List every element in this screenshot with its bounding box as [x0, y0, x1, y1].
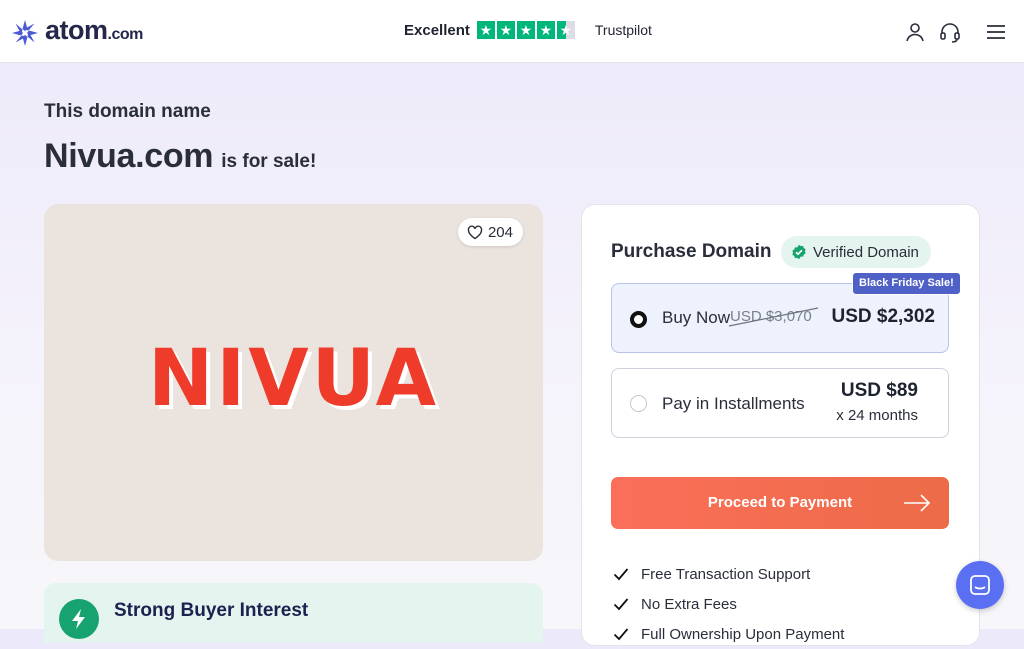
original-price: USD $3,070 — [728, 307, 819, 327]
star-icon: ★ — [476, 21, 495, 39]
star-icon: ★ — [536, 21, 555, 39]
sale-badge: Black Friday Sale! — [852, 272, 961, 295]
lightning-icon — [59, 599, 99, 639]
proceed-label: Proceed to Payment — [707, 494, 853, 511]
support-button[interactable] — [938, 20, 962, 44]
verified-badge: Verified Domain — [781, 236, 931, 268]
feature-list: Free Transaction Support No Extra Fees F… — [613, 559, 844, 649]
account-button[interactable] — [903, 20, 927, 44]
installments-option[interactable]: Pay in Installments USD $89 x 24 months — [611, 368, 949, 438]
check-icon — [613, 568, 629, 581]
logo-wordmark: atom.com — [45, 15, 143, 45]
installments-price: USD $89 — [840, 380, 918, 401]
heart-icon — [467, 224, 483, 239]
arrow-right-icon — [904, 494, 931, 512]
buy-now-price: USD $2,302 — [831, 306, 935, 327]
page-subhead: This domain name — [44, 101, 211, 122]
feature-item: No Extra Fees — [613, 589, 844, 619]
trustpilot-brand: Trustpilot — [594, 22, 652, 38]
hamburger-icon — [987, 25, 1005, 39]
trustpilot-label: Excellent — [404, 21, 470, 39]
chat-icon — [970, 575, 990, 595]
purchase-title: Purchase Domain — [611, 241, 772, 262]
check-icon — [613, 598, 629, 611]
star-icon: ★ — [516, 21, 535, 39]
domain-name: Nivua.com — [44, 137, 214, 175]
star-icon: ★ — [496, 21, 515, 39]
feature-item: Free Transaction Support — [613, 559, 844, 589]
trustpilot-rating[interactable]: Excellent ★ ★ ★ ★ ★ Trustpilot — [404, 19, 652, 41]
brand-logo: NIVUA — [148, 334, 439, 424]
verified-label: Verified Domain — [813, 243, 919, 261]
half-star-icon: ★ — [556, 21, 575, 39]
trustpilot-stars: ★ ★ ★ ★ ★ — [476, 21, 575, 39]
page-title: Nivua.com is for sale! — [44, 137, 316, 176]
feature-item: Full Ownership Upon Payment — [613, 619, 844, 649]
buy-now-radio[interactable] — [630, 311, 647, 328]
check-icon — [613, 628, 629, 641]
atom-star-icon — [12, 19, 38, 46]
proceed-to-payment-button[interactable]: Proceed to Payment — [611, 477, 949, 529]
installments-term: x 24 months — [836, 407, 918, 424]
purchase-panel: Purchase Domain Verified Domain Buy Now … — [581, 204, 980, 646]
buyer-interest-card: Strong Buyer Interest — [44, 583, 543, 643]
user-icon — [906, 23, 924, 42]
for-sale-text: is for sale! — [221, 151, 317, 172]
strikethrough-line — [728, 307, 819, 327]
chat-launcher-button[interactable] — [956, 561, 1004, 609]
installments-label: Pay in Installments — [662, 394, 805, 413]
buy-now-label: Buy Now — [662, 308, 731, 327]
verified-check-icon — [792, 244, 806, 260]
menu-button[interactable] — [984, 20, 1008, 44]
installments-radio[interactable] — [630, 395, 647, 412]
buyer-interest-title: Strong Buyer Interest — [114, 600, 309, 621]
headset-icon — [940, 23, 960, 43]
like-count: 204 — [487, 223, 513, 241]
atom-logo[interactable]: atom.com — [11, 16, 143, 49]
domain-logo-card: 204 NIVUA — [44, 204, 543, 561]
top-header: atom.com Excellent ★ ★ ★ ★ ★ Trustpilot — [0, 0, 1024, 63]
like-button[interactable]: 204 — [457, 218, 523, 246]
